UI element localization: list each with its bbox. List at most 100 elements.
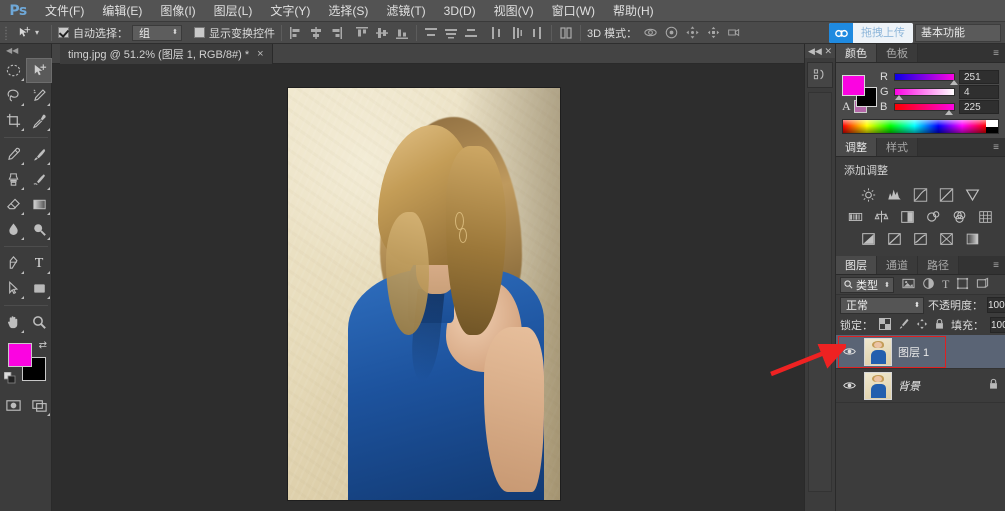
eraser-tool[interactable] [0, 192, 26, 217]
channel-value-g[interactable]: 4 [959, 84, 999, 99]
color-lookup-icon[interactable] [977, 209, 994, 225]
menu-filter[interactable]: 滤镜(T) [377, 0, 434, 22]
marquee-tool[interactable] [0, 58, 26, 83]
menu-file[interactable]: 文件(F) [36, 0, 93, 22]
posterize-icon[interactable] [886, 231, 903, 247]
clone-stamp-tool[interactable] [0, 167, 26, 192]
brush-tool[interactable] [26, 142, 52, 167]
menu-edit[interactable]: 编辑(E) [93, 0, 151, 22]
history-panel-button[interactable] [807, 62, 833, 88]
distribute-horizontal-centers-icon[interactable] [509, 25, 525, 41]
filter-shape-icon[interactable] [956, 277, 969, 293]
blur-tool[interactable] [0, 217, 26, 242]
show-transform-checkbox[interactable] [194, 27, 206, 38]
dodge-tool[interactable] [26, 217, 52, 242]
distribute-top-edges-icon[interactable] [423, 25, 439, 41]
layer-thumbnail[interactable] [864, 337, 892, 366]
layer-filter-kind-dropdown[interactable]: 类型 ⬍ [840, 276, 894, 293]
table-row[interactable]: 背景 [836, 369, 1005, 403]
distribute-right-edges-icon[interactable] [529, 25, 545, 41]
channel-thumb-b[interactable] [944, 109, 953, 115]
gradient-map-icon[interactable] [938, 231, 955, 247]
zoom-tool[interactable] [26, 310, 52, 335]
channel-slider-r[interactable] [894, 72, 959, 85]
selective-color-icon[interactable] [964, 231, 981, 247]
3d-orbit-icon[interactable] [643, 25, 658, 40]
channel-slider-g[interactable] [894, 87, 955, 100]
tab-color[interactable]: 颜色 [836, 44, 877, 62]
quick-selection-tool[interactable] [26, 83, 52, 108]
tab-paths[interactable]: 路径 [918, 256, 959, 274]
screen-mode-tool[interactable] [26, 393, 52, 418]
hand-tool[interactable] [0, 310, 26, 335]
levels-icon[interactable] [886, 187, 903, 203]
swap-colors-icon[interactable]: ⇄ [39, 340, 47, 351]
invert-icon[interactable] [860, 231, 877, 247]
auto-select-scope-dropdown[interactable]: 组 ⬍ [132, 24, 183, 41]
filter-type-icon[interactable]: T [942, 277, 949, 292]
move-tool[interactable] [26, 58, 52, 83]
filter-smart-object-icon[interactable] [976, 277, 989, 293]
channel-slider-b[interactable] [894, 102, 955, 115]
tab-layers[interactable]: 图层 [836, 256, 877, 274]
workspace-switcher[interactable]: 基本功能 [915, 24, 1001, 42]
tab-channels[interactable]: 通道 [877, 256, 918, 274]
fill-value[interactable]: 100% [990, 317, 1005, 333]
tab-swatches[interactable]: 色板 [877, 44, 918, 62]
table-row[interactable]: 图层 1 [836, 335, 1005, 369]
vibrance-icon[interactable] [964, 187, 981, 203]
3d-slide-icon[interactable] [706, 25, 721, 40]
eyedropper-tool[interactable] [26, 108, 52, 133]
gradient-tool[interactable] [26, 192, 52, 217]
active-tool-preset[interactable]: ▾ [11, 23, 45, 43]
filter-pixel-icon[interactable] [902, 277, 915, 293]
lock-all-icon[interactable] [934, 318, 945, 333]
channel-thumb-r[interactable] [950, 79, 959, 85]
type-tool[interactable]: T [26, 251, 52, 276]
opacity-value[interactable]: 100% [987, 297, 1005, 313]
spectrum-gradient[interactable] [843, 120, 986, 133]
document-tab[interactable]: timg.jpg @ 51.2% (图层 1, RGB/8#) * × [60, 44, 273, 64]
channel-thumb-g[interactable] [895, 94, 903, 100]
foreground-color-swatch[interactable] [8, 343, 32, 367]
menu-type[interactable]: 文字(Y) [261, 0, 319, 22]
align-horizontal-centers-icon[interactable] [308, 25, 324, 41]
curves-icon[interactable] [912, 187, 929, 203]
menu-help[interactable]: 帮助(H) [604, 0, 663, 22]
align-vertical-centers-icon[interactable] [374, 25, 390, 41]
options-bar-grip[interactable] [0, 22, 11, 44]
auto-align-layers-icon[interactable] [558, 25, 574, 41]
spectrum-black[interactable] [986, 126, 998, 133]
layer-thumbnail[interactable] [864, 371, 892, 400]
lock-position-icon[interactable] [916, 318, 928, 333]
filter-adjustment-icon[interactable] [922, 277, 935, 293]
healing-brush-tool[interactable] [0, 142, 26, 167]
document-canvas[interactable] [288, 88, 560, 500]
align-right-edges-icon[interactable] [328, 25, 344, 41]
channel-value-r[interactable]: 251 [959, 69, 999, 84]
menu-window[interactable]: 窗口(W) [543, 0, 604, 22]
lock-transparent-pixels-icon[interactable] [879, 317, 891, 333]
3d-roll-icon[interactable] [664, 25, 679, 40]
color-spectrum-ramp[interactable] [842, 119, 999, 134]
default-colors-icon[interactable] [3, 371, 16, 387]
lock-image-pixels-icon[interactable] [897, 317, 910, 333]
layer-name[interactable]: 图层 1 [898, 344, 929, 360]
distribute-bottom-edges-icon[interactable] [463, 25, 479, 41]
layer-visibility-toggle[interactable] [840, 380, 858, 391]
adjustments-panel-menu-icon[interactable]: ≡ [987, 138, 1005, 156]
menu-layer[interactable]: 图层(L) [205, 0, 262, 22]
expand-panels-icon[interactable]: ◀◀ [808, 46, 822, 57]
drag-upload-button[interactable]: 拖拽上传 [829, 23, 913, 43]
path-selection-tool[interactable] [0, 276, 26, 301]
photo-filter-icon[interactable] [925, 209, 942, 225]
menu-3d[interactable]: 3D(D) [435, 0, 485, 22]
spectrum-white-black[interactable] [986, 120, 998, 133]
canvas-area[interactable] [52, 64, 804, 511]
tab-adjustments[interactable]: 调整 [836, 138, 877, 156]
align-top-edges-icon[interactable] [354, 25, 370, 41]
crop-tool[interactable] [0, 108, 26, 133]
history-brush-tool[interactable] [26, 167, 52, 192]
color-panel-menu-icon[interactable]: ≡ [987, 44, 1005, 62]
channel-mixer-icon[interactable] [951, 209, 968, 225]
